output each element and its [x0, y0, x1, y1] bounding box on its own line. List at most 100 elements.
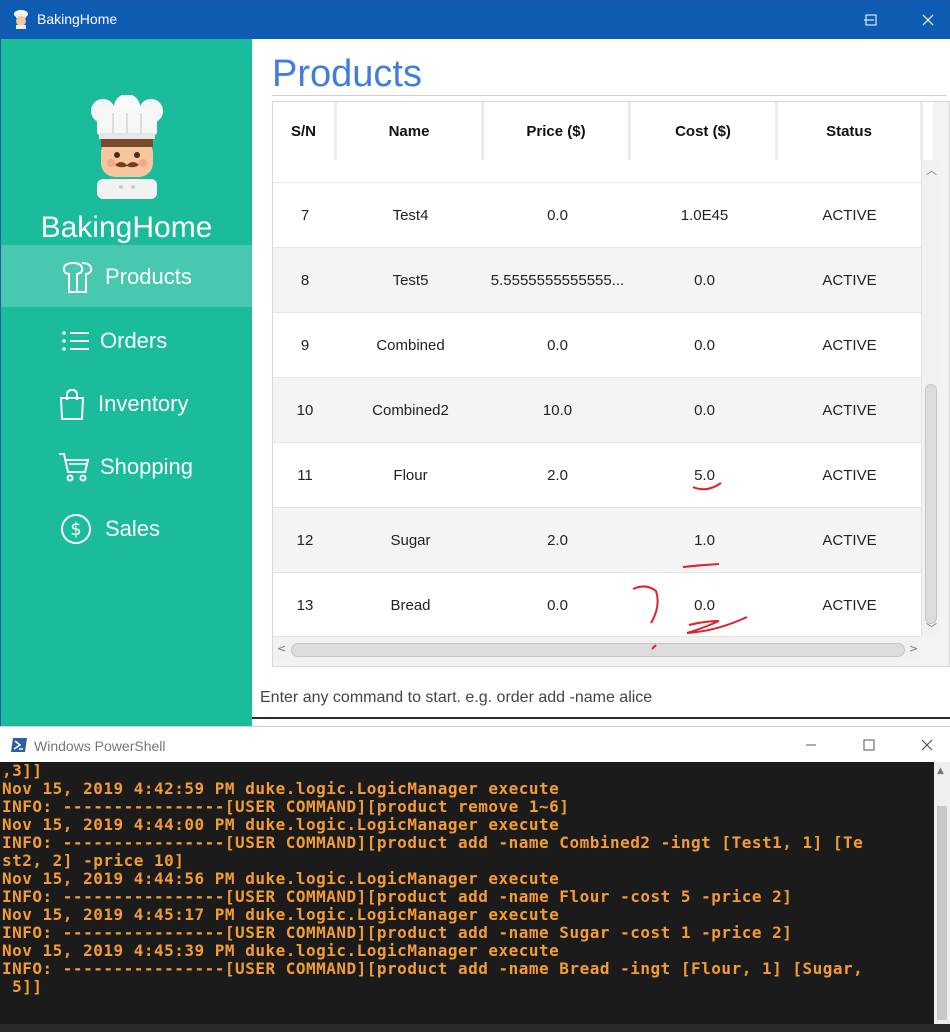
- sidebar-item-inventory[interactable]: Inventory: [1, 372, 252, 434]
- bread-icon: [62, 261, 93, 293]
- cell-status: ACTIVE: [822, 532, 877, 549]
- cell-cost: 0.0: [694, 272, 715, 289]
- cell-status: ACTIVE: [822, 597, 877, 614]
- dollar-icon: $: [61, 514, 91, 544]
- horizontal-scroll-thumb[interactable]: [291, 643, 905, 657]
- cell-sn: 12: [296, 532, 314, 549]
- console-line: INFO: ----------------[USER COMMAND][pro…: [2, 833, 864, 852]
- cell-price: 2.0: [547, 467, 568, 484]
- scroll-down-icon[interactable]: ﹀: [926, 620, 937, 636]
- table-body: 7 Test4 0.0 1.0E45 ACTIVE 8 Test5 5.55555555555…: [273, 160, 921, 636]
- cell-sn: 11: [297, 467, 313, 484]
- powershell-scroll-thumb[interactable]: [937, 806, 947, 1020]
- cell-status: ACTIVE: [822, 337, 877, 354]
- console-line: INFO: ----------------[USER COMMAND][pro…: [2, 959, 864, 978]
- cell-cost: 1.0: [694, 532, 715, 549]
- minimize-icon: [806, 744, 816, 746]
- column-header-status[interactable]: Status: [778, 102, 923, 160]
- console-line: st2, 2] -price 10]: [2, 851, 185, 870]
- sidebar-item-shopping[interactable]: Shopping: [1, 435, 252, 497]
- app-window-title: BakingHome: [37, 11, 118, 27]
- close-icon: [922, 14, 934, 26]
- cell-status: ACTIVE: [822, 207, 877, 224]
- ps-minimize-button[interactable]: [788, 727, 834, 763]
- table-row[interactable]: 13 Bread 0.0 0.0 ACTIVE: [273, 573, 921, 636]
- sidebar-item-sales[interactable]: $ Sales: [1, 497, 252, 559]
- cell-price: 0.0: [547, 207, 568, 224]
- table-row[interactable]: 11 Flour 2.0 5.0 ACTIVE: [273, 443, 921, 508]
- cell-sn: 8: [300, 272, 310, 289]
- scroll-right-icon[interactable]: >: [909, 642, 918, 655]
- console-line: Nov 15, 2019 4:44:00 PM duke.logic.Logic…: [2, 815, 560, 834]
- sidebar-item-label: Shopping: [100, 454, 193, 479]
- maximize-button[interactable]: [848, 1, 894, 39]
- console-line: Nov 15, 2019 4:45:39 PM duke.logic.Logic…: [2, 941, 560, 960]
- cell-name: Combined2: [372, 402, 449, 419]
- cell-cost: 1.0E45: [680, 207, 729, 224]
- console-line: Nov 15, 2019 4:42:59 PM duke.logic.Logic…: [2, 779, 560, 798]
- column-header-sn[interactable]: S/N: [273, 102, 337, 160]
- console-line: INFO: ----------------[USER COMMAND][pro…: [2, 923, 793, 942]
- table-row[interactable]: 10 Combined2 10.0 0.0 ACTIVE: [273, 378, 921, 443]
- maximize-icon: [863, 739, 875, 751]
- products-table: S/N Name Price ($) Cost ($) Status 7 Test…: [272, 101, 950, 667]
- column-header-price[interactable]: Price ($): [484, 102, 631, 160]
- column-header-name[interactable]: Name: [337, 102, 484, 160]
- sidebar-item-label: Products: [105, 264, 192, 289]
- cell-sn: 13: [296, 597, 314, 614]
- table-row[interactable]: 7 Test4 0.0 1.0E45 ACTIVE: [273, 183, 921, 248]
- horizontal-scrollbar[interactable]: < >: [273, 636, 921, 662]
- cell-price: 2.0: [547, 532, 568, 549]
- cell-name: Test5: [392, 272, 429, 289]
- vertical-scrollbar[interactable]: ︿ ﹀: [921, 160, 939, 636]
- console-line: INFO: ----------------[USER COMMAND][pro…: [2, 797, 570, 816]
- sidebar: BakingHome Products Orders Inventory Sho…: [1, 39, 252, 727]
- shopping-bag-icon: [59, 388, 85, 420]
- sidebar-item-products[interactable]: Products: [1, 245, 252, 307]
- cell-name: Sugar: [390, 532, 431, 549]
- svg-text:$: $: [70, 519, 81, 540]
- cell-cost: 0.0: [694, 337, 715, 354]
- list-icon: [62, 331, 89, 351]
- vertical-scroll-thumb[interactable]: [925, 384, 937, 624]
- taskbar-edge: [0, 1024, 950, 1032]
- column-header-cost[interactable]: Cost ($): [631, 102, 778, 160]
- brand-name: BakingHome: [40, 211, 213, 244]
- app-titlebar[interactable]: BakingHome: [1, 1, 950, 39]
- powershell-scrollbar[interactable]: ▲: [934, 762, 950, 1024]
- powershell-titlebar[interactable]: Windows PowerShell: [0, 726, 950, 762]
- cell-cost: 0.0: [694, 402, 715, 419]
- bakinghome-window: BakingHome BakingHome Products Orders In…: [0, 0, 950, 727]
- sidebar-item-label: Orders: [100, 328, 168, 353]
- title-divider: [272, 95, 946, 96]
- sidebar-item-label: Sales: [105, 516, 161, 541]
- ps-close-button[interactable]: [904, 727, 950, 763]
- chef-app-icon: [14, 10, 28, 29]
- chef-logo: [91, 95, 163, 199]
- console-line: Nov 15, 2019 4:45:17 PM duke.logic.Logic…: [2, 905, 560, 924]
- scroll-up-icon[interactable]: ▲: [937, 766, 944, 776]
- scroll-left-icon[interactable]: <: [277, 642, 286, 655]
- cell-name: Test4: [392, 207, 429, 224]
- sidebar-item-orders[interactable]: Orders: [1, 309, 252, 371]
- command-input[interactable]: [252, 679, 950, 719]
- page-title: Products: [272, 53, 422, 95]
- close-button[interactable]: [905, 1, 950, 39]
- cell-price: 5.5555555555555...: [490, 272, 625, 289]
- cell-status: ACTIVE: [822, 272, 877, 289]
- close-icon: [921, 739, 933, 751]
- cell-name: Bread: [390, 597, 431, 614]
- console-line: INFO: ----------------[USER COMMAND][pro…: [2, 887, 793, 906]
- ps-maximize-button[interactable]: [846, 727, 892, 763]
- cell-status: ACTIVE: [822, 467, 877, 484]
- table-row[interactable]: 12 Sugar 2.0 1.0 ACTIVE: [273, 508, 921, 573]
- cell-cost: 0.0: [694, 597, 715, 614]
- table-row[interactable]: 9 Combined 0.0 0.0 ACTIVE: [273, 313, 921, 378]
- table-row[interactable]: 8 Test5 5.5555555555555... 0.0 ACTIVE: [273, 248, 921, 313]
- cell-status: ACTIVE: [822, 402, 877, 419]
- powershell-console[interactable]: ,3]] Nov 15, 2019 4:42:59 PM duke.logic.L…: [0, 762, 934, 1024]
- console-line: 5]]: [2, 977, 43, 996]
- table-row[interactable]: [273, 160, 921, 183]
- scroll-up-icon[interactable]: ︿: [926, 162, 937, 178]
- cell-sn: 7: [300, 207, 310, 224]
